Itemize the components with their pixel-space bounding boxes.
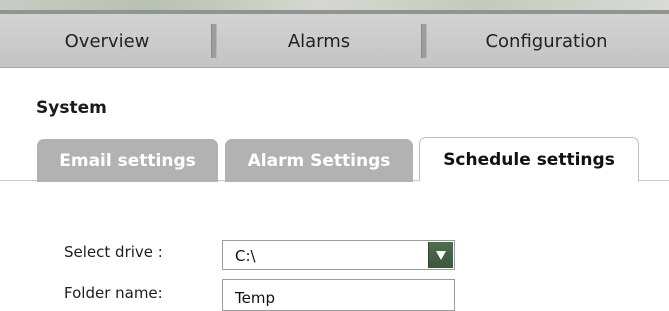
select-drive-dropdown[interactable]: C:\ [222,240,455,270]
header-banner-strip [0,0,669,14]
main-navigation: Overview Alarms Configuration [0,14,669,68]
dropdown-button[interactable] [428,242,453,268]
select-drive-label: Select drive : [64,243,163,261]
nav-overview[interactable]: Overview [0,14,214,68]
triangle-down-icon [436,251,446,260]
folder-name-input[interactable] [222,279,455,311]
tab-alarm-settings[interactable]: Alarm Settings [225,139,413,182]
section-title: System [36,98,107,118]
tab-schedule-settings[interactable]: Schedule settings [419,137,639,182]
nav-alarms[interactable]: Alarms [214,14,424,68]
tab-email-settings[interactable]: Email settings [37,139,218,182]
nav-configuration[interactable]: Configuration [424,14,669,68]
folder-name-label: Folder name: [64,284,163,302]
select-drive-value: C:\ [235,247,256,265]
